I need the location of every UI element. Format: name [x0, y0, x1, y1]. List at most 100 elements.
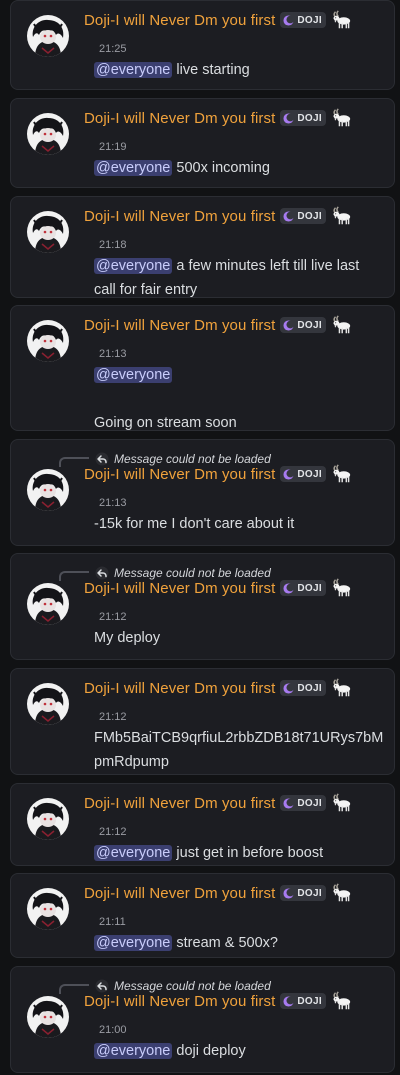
avatar[interactable] — [27, 320, 69, 362]
goat-icon — [333, 883, 351, 902]
avatar[interactable] — [27, 113, 69, 155]
message-card[interactable]: Doji-I will Never Dm you first DOJI 21:25 @… — [10, 0, 395, 90]
moon-icon — [283, 582, 295, 594]
timestamp[interactable]: 21:12 — [99, 611, 127, 623]
message-line: Going on stream soon — [94, 411, 394, 435]
avatar[interactable] — [27, 15, 69, 57]
server-tag[interactable]: DOJI — [280, 680, 326, 696]
message-content: @everyone 500x incoming — [94, 156, 394, 180]
message-card[interactable]: Doji-I will Never Dm you first DOJI 21:13 @… — [10, 305, 395, 431]
moon-icon — [283, 112, 295, 124]
message-content: FMb5BaiTCB9qrfiuL2rbbZDB18t71URys7bM pmRd… — [94, 726, 394, 774]
message-line — [94, 387, 394, 411]
message-card[interactable]: Message could not be loaded Doji-I will N… — [10, 966, 395, 1073]
server-tag[interactable]: DOJI — [280, 580, 326, 596]
message-card[interactable]: Doji-I will Never Dm you first DOJI 21:12 @… — [10, 783, 395, 866]
timestamp[interactable]: 21:13 — [99, 497, 127, 509]
avatar[interactable] — [27, 211, 69, 253]
server-tag-label: DOJI — [297, 995, 322, 1007]
server-tag-label: DOJI — [297, 112, 322, 124]
message-content: @everyone a few minutes left till live l… — [94, 254, 394, 302]
author-name[interactable]: Doji-I will Never Dm you first — [84, 317, 275, 334]
author-row: Doji-I will Never Dm you first DOJI — [84, 9, 352, 31]
server-tag-label: DOJI — [297, 682, 322, 694]
avatar[interactable] — [27, 583, 69, 625]
moon-icon — [283, 797, 295, 809]
avatar[interactable] — [27, 996, 69, 1038]
goat-icon — [333, 793, 351, 812]
mention[interactable]: @everyone — [94, 845, 173, 861]
goat-icon — [333, 678, 351, 697]
author-name[interactable]: Doji-I will Never Dm you first — [84, 466, 275, 483]
author-name[interactable]: Doji-I will Never Dm you first — [84, 110, 275, 127]
server-tag[interactable]: DOJI — [280, 993, 326, 1009]
author-name[interactable]: Doji-I will Never Dm you first — [84, 680, 275, 697]
author-name[interactable]: Doji-I will Never Dm you first — [84, 795, 275, 812]
timestamp[interactable]: 21:13 — [99, 348, 127, 360]
server-tag-label: DOJI — [297, 582, 322, 594]
timestamp[interactable]: 21:00 — [99, 1024, 127, 1036]
message-text: pmRdpump — [94, 754, 169, 770]
timestamp[interactable]: 21:12 — [99, 711, 127, 723]
message-feed: Doji-I will Never Dm you first DOJI 21:25 @… — [0, 0, 400, 1075]
author-name[interactable]: Doji-I will Never Dm you first — [84, 885, 275, 902]
author-name[interactable]: Doji-I will Never Dm you first — [84, 580, 275, 597]
author-row: Doji-I will Never Dm you first DOJI — [84, 107, 352, 129]
message-content: @everyone doji deploy — [94, 1039, 394, 1063]
avatar[interactable] — [27, 683, 69, 725]
mention[interactable]: @everyone — [94, 935, 173, 951]
message-card[interactable]: Doji-I will Never Dm you first DOJI 21:12 F… — [10, 668, 395, 775]
message-card[interactable]: Message could not be loaded Doji-I will N… — [10, 439, 395, 546]
message-line: @everyone live starting — [94, 58, 394, 82]
message-line: @everyone just get in before boost — [94, 841, 394, 865]
server-tag[interactable]: DOJI — [280, 795, 326, 811]
avatar[interactable] — [27, 469, 69, 511]
avatar[interactable] — [27, 888, 69, 930]
goat-icon — [333, 578, 351, 597]
author-row: Doji-I will Never Dm you first DOJI — [84, 792, 352, 814]
message-content: -15k for me I don't care about it — [94, 512, 394, 536]
message-text: FMb5BaiTCB9qrfiuL2rbbZDB18t71URys7bM — [94, 730, 384, 746]
server-tag[interactable]: DOJI — [280, 466, 326, 482]
timestamp[interactable]: 21:18 — [99, 239, 127, 251]
message-content: @everyone Going on stream soon — [94, 363, 394, 435]
server-tag[interactable]: DOJI — [280, 12, 326, 28]
message-line: @everyone doji deploy — [94, 1039, 394, 1063]
author-name[interactable]: Doji-I will Never Dm you first — [84, 12, 275, 29]
mention[interactable]: @everyone — [94, 160, 173, 176]
mention[interactable]: @everyone — [94, 1043, 173, 1059]
avatar[interactable] — [27, 798, 69, 840]
moon-icon — [283, 887, 295, 899]
mention[interactable]: @everyone — [94, 258, 173, 274]
moon-icon — [283, 468, 295, 480]
author-row: Doji-I will Never Dm you first DOJI — [84, 205, 352, 227]
server-tag-label: DOJI — [297, 797, 322, 809]
message-card[interactable]: Doji-I will Never Dm you first DOJI 21:19 @… — [10, 98, 395, 188]
message-text: call for fair entry — [94, 282, 198, 298]
server-tag[interactable]: DOJI — [280, 110, 326, 126]
timestamp[interactable]: 21:12 — [99, 826, 127, 838]
message-card[interactable]: Message could not be loaded Doji-I will N… — [10, 553, 395, 660]
message-line: call for fair entry — [94, 278, 394, 302]
timestamp[interactable]: 21:25 — [99, 43, 127, 55]
timestamp[interactable]: 21:11 — [99, 916, 126, 928]
message-content: @everyone live starting — [94, 58, 394, 82]
author-name[interactable]: Doji-I will Never Dm you first — [84, 993, 275, 1010]
message-text: live starting — [172, 62, 250, 78]
message-line: @everyone stream & 500x? — [94, 931, 394, 955]
moon-icon — [283, 995, 295, 1007]
message-line: @everyone — [94, 363, 394, 387]
moon-icon — [283, 319, 295, 331]
message-card[interactable]: Doji-I will Never Dm you first DOJI 21:18 @… — [10, 196, 395, 298]
author-name[interactable]: Doji-I will Never Dm you first — [84, 208, 275, 225]
mention[interactable]: @everyone — [94, 367, 173, 383]
server-tag[interactable]: DOJI — [280, 885, 326, 901]
timestamp[interactable]: 21:19 — [99, 141, 127, 153]
message-card[interactable]: Doji-I will Never Dm you first DOJI 21:11 @… — [10, 873, 395, 958]
mention[interactable]: @everyone — [94, 62, 173, 78]
server-tag[interactable]: DOJI — [280, 208, 326, 224]
message-text: My deploy — [94, 630, 161, 646]
message-text: Going on stream soon — [94, 415, 237, 431]
author-row: Doji-I will Never Dm you first DOJI — [84, 314, 352, 336]
server-tag[interactable]: DOJI — [280, 317, 326, 333]
